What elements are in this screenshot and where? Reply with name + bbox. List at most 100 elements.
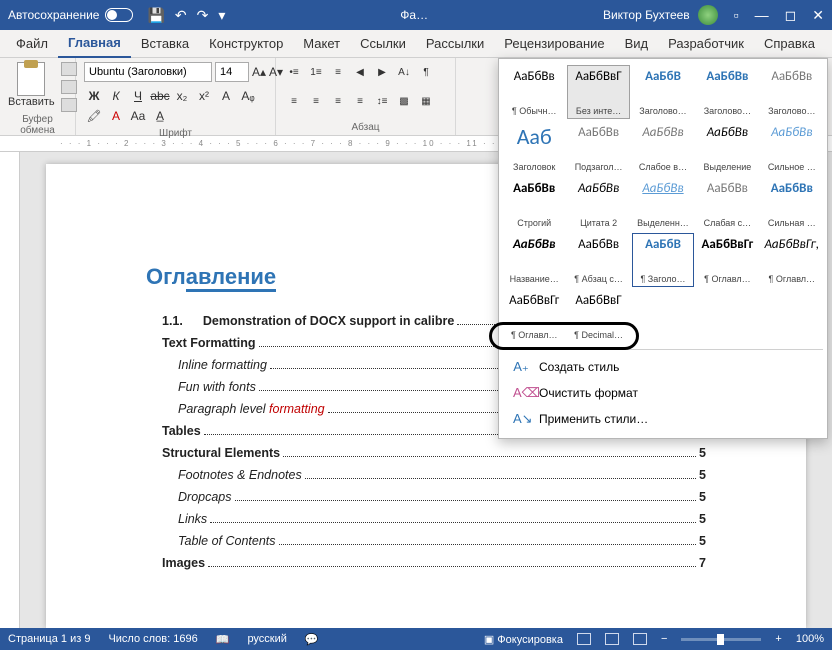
vertical-ruler[interactable] (0, 152, 20, 628)
print-layout-icon[interactable] (577, 633, 591, 645)
style-cell[interactable]: АаБбВвГг¶ Оглавл… (696, 233, 758, 287)
strike-button[interactable]: abc (150, 86, 170, 106)
spellcheck-icon[interactable]: 📖 (216, 633, 230, 646)
toc-entry[interactable]: Structural Elements5 (146, 446, 706, 460)
style-cell[interactable]: АаБбВв¶ Абзац с… (567, 233, 629, 287)
tab-design[interactable]: Конструктор (199, 30, 293, 57)
bullets-button[interactable]: •≡ (284, 62, 304, 82)
style-cell[interactable]: АаБбВвСлабое в… (632, 121, 694, 175)
maximize-icon[interactable]: ◻ (785, 7, 797, 24)
style-cell[interactable]: АаБбВвВыделенн… (632, 177, 694, 231)
share-button[interactable]: 👤 Поделиться (825, 36, 832, 52)
accessibility-icon[interactable]: 💬 (305, 633, 319, 646)
borders-button[interactable]: ▦ (416, 91, 436, 111)
style-cell[interactable]: АаБбВвСтрогий (503, 177, 565, 231)
zoom-slider[interactable] (681, 638, 761, 641)
decrease-indent-button[interactable]: ◀ (350, 62, 370, 82)
toc-entry[interactable]: Links5 (146, 512, 706, 526)
tab-mailings[interactable]: Рассылки (416, 30, 494, 57)
copy-icon[interactable] (61, 80, 77, 94)
font-name-input[interactable] (84, 62, 212, 82)
char-border-button[interactable]: A̲ (150, 106, 170, 126)
style-cell[interactable]: АаБбВЗаголово… (632, 65, 694, 119)
increase-indent-button[interactable]: ▶ (372, 62, 392, 82)
change-case-button[interactable]: Aa (128, 106, 148, 126)
clear-format-item[interactable]: A⌫ Очистить формат (503, 380, 823, 406)
bold-button[interactable]: Ж (84, 86, 104, 106)
qat-dropdown-icon[interactable]: ▾ (218, 7, 225, 24)
style-cell[interactable]: АаБбВвГ¶ Decimal… (567, 289, 629, 343)
tab-view[interactable]: Вид (615, 30, 659, 57)
toc-entry[interactable]: Images7 (146, 556, 706, 570)
numbering-button[interactable]: 1≡ (306, 62, 326, 82)
justify-button[interactable]: ≡ (350, 91, 370, 111)
text-effects-button[interactable]: A (216, 86, 236, 106)
style-cell[interactable]: АаБбВвЗаголово… (761, 65, 823, 119)
style-cell[interactable]: АаБбВвНазвание… (503, 233, 565, 287)
italic-button[interactable]: К (106, 86, 126, 106)
style-cell[interactable]: АабЗаголовок (503, 121, 565, 175)
style-cell[interactable]: АаБбВвЗаголово… (696, 65, 758, 119)
subscript-button[interactable]: x₂ (172, 86, 192, 106)
tab-developer[interactable]: Разработчик (658, 30, 754, 57)
style-cell[interactable]: АаБбВвВыделение (696, 121, 758, 175)
close-icon[interactable]: ✕ (812, 7, 824, 24)
style-cell[interactable]: АаБбВвСильная … (761, 177, 823, 231)
align-center-button[interactable]: ≡ (306, 91, 326, 111)
word-count[interactable]: Число слов: 1696 (108, 633, 197, 645)
highlight-button[interactable]: 🖍 (84, 106, 104, 126)
grow-font-button[interactable]: A▴ (252, 62, 266, 82)
style-cell[interactable]: АаБбВвСильное … (761, 121, 823, 175)
tab-file[interactable]: Файл (6, 30, 58, 57)
autosave-toggle[interactable]: Автосохранение (8, 8, 133, 22)
tab-review[interactable]: Рецензирование (494, 30, 614, 57)
paste-button[interactable]: Вставить (8, 62, 55, 112)
web-layout-icon[interactable] (633, 633, 647, 645)
tab-layout[interactable]: Макет (293, 30, 350, 57)
create-style-item[interactable]: A₊ Создать стиль (503, 354, 823, 380)
toc-entry[interactable]: Footnotes & Endnotes5 (146, 468, 706, 482)
shading-button[interactable]: ▩ (394, 91, 414, 111)
tab-help[interactable]: Справка (754, 30, 825, 57)
read-mode-icon[interactable] (605, 633, 619, 645)
language-indicator[interactable]: русский (247, 633, 286, 645)
multilevel-button[interactable]: ≡ (328, 62, 348, 82)
align-right-button[interactable]: ≡ (328, 91, 348, 111)
style-cell[interactable]: АаБбВв¶ Обычн… (503, 65, 565, 119)
tab-references[interactable]: Ссылки (350, 30, 416, 57)
style-cell[interactable]: АаБбВвГг,¶ Оглавл… (761, 233, 823, 287)
font-color-button[interactable]: A (106, 106, 126, 126)
apply-styles-item[interactable]: A↘ Применить стили… (503, 406, 823, 432)
style-cell[interactable]: АаБбВвСлабая с… (696, 177, 758, 231)
ribbon-display-icon[interactable]: ▫ (734, 7, 739, 24)
underline-button[interactable]: Ч (128, 86, 148, 106)
show-marks-button[interactable]: ¶ (416, 62, 436, 82)
superscript-button[interactable]: x² (194, 86, 214, 106)
tab-home[interactable]: Главная (58, 29, 131, 58)
toc-entry[interactable]: Dropcaps5 (146, 490, 706, 504)
focus-mode-button[interactable]: ▣ Фокусировка (484, 633, 563, 646)
line-spacing-button[interactable]: ↕≡ (372, 91, 392, 111)
clear-format-button[interactable]: Aᵩ (238, 86, 258, 106)
style-cell[interactable]: АаБбВвГг¶ Оглавл… (503, 289, 565, 343)
tab-insert[interactable]: Вставка (131, 30, 199, 57)
align-left-button[interactable]: ≡ (284, 91, 304, 111)
redo-icon[interactable]: ↷ (197, 7, 209, 24)
cut-icon[interactable] (61, 62, 77, 76)
account-button[interactable]: Виктор Бухтеев (603, 5, 718, 25)
zoom-out-button[interactable]: − (661, 633, 667, 645)
zoom-level[interactable]: 100% (796, 633, 824, 645)
sort-button[interactable]: A↓ (394, 62, 414, 82)
style-cell[interactable]: АаБбВвГБез инте… (567, 65, 629, 119)
style-cell[interactable]: АаБбВвПодзагол… (567, 121, 629, 175)
format-painter-icon[interactable] (61, 98, 77, 112)
style-cell[interactable]: АаБбВвЦитата 2 (567, 177, 629, 231)
undo-icon[interactable]: ↶ (175, 7, 187, 24)
save-icon[interactable]: 💾 (147, 7, 164, 24)
font-size-input[interactable] (215, 62, 249, 82)
zoom-in-button[interactable]: + (775, 633, 781, 645)
style-cell[interactable]: АаБбВ¶ Заголо… (632, 233, 694, 287)
toc-entry[interactable]: Table of Contents5 (146, 534, 706, 548)
minimize-icon[interactable]: — (755, 7, 769, 24)
page-indicator[interactable]: Страница 1 из 9 (8, 633, 90, 645)
